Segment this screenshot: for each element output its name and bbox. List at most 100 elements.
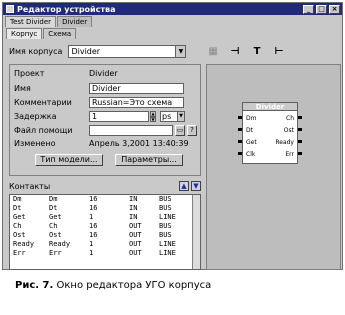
folder-open-icon[interactable]: ▭ [175,125,185,136]
table-cell: Dm [13,195,22,203]
project-value: Divider [89,69,118,78]
contacts-label: Контакты [9,181,51,191]
korpus-name-label: Имя корпуса [9,47,63,56]
table-cell: OUT [129,240,142,248]
caption-prefix: Рис. 7. [15,280,54,291]
comment-field[interactable]: Russian=Это схема [89,97,184,108]
symbol-pin-right: Ost [283,127,294,134]
app-icon [6,5,14,13]
table-cell: Ready [13,240,35,248]
table-cell: Err [13,249,26,257]
table-cell: 16 [89,222,98,230]
table-cell: 16 [89,195,98,203]
symbol-body[interactable]: Divider Dm Dt Get Clk Ch Ost Ready Err [238,102,302,164]
window-title: Редактор устройства [17,4,116,14]
table-row[interactable]: Dt Dt 16 IN BUS [10,204,200,213]
table-row[interactable]: Ch Ch 16 OUT BUS [10,222,200,231]
figure-caption: Рис. 7. Окно редактора УГО корпуса [15,280,211,291]
contacts-list[interactable]: Dm Dm 16 IN BUS Dt Dt 16 IN BUS Get Get 1 IN LINE Ch Ch 1… [9,194,201,270]
table-cell: Ch [49,222,58,230]
pin-marker[interactable] [238,152,242,155]
pin-marker[interactable] [298,128,302,131]
delay-label: Задержка [14,112,57,121]
korpus-name-select[interactable]: Divider ▼ [68,45,187,58]
table-row[interactable]: Ready Ready 1 OUT LINE [10,240,200,249]
help-file-field[interactable] [89,125,173,136]
delay-unit-value: ps [162,112,172,121]
grid-icon[interactable]: ▦ [205,45,221,58]
project-label: Проект [14,69,45,78]
table-cell: 16 [89,204,98,212]
table-cell: BUS [159,222,172,230]
symbol-preview-canvas[interactable]: Divider Dm Dt Get Clk Ch Ost Ready Err [206,64,341,270]
table-row[interactable]: Ost Ost 16 OUT BUS [10,231,200,240]
properties-panel: Проект Divider Имя Divider Комментарии R… [9,64,201,176]
table-row[interactable]: Dm Dm 16 IN BUS [10,195,200,204]
chevron-down-icon[interactable]: ▼ [177,112,184,121]
pin-marker[interactable] [238,140,242,143]
doc-tab-divider[interactable]: Divider [57,16,93,27]
symbol-pin-left: Dt [246,127,253,134]
pin-marker[interactable] [298,116,302,119]
tab-korpus[interactable]: Корпус [6,28,43,39]
title-bar[interactable]: Редактор устройства _ □ × [3,3,342,15]
comment-label: Комментарии [14,98,72,107]
table-cell: BUS [159,195,172,203]
delay-field[interactable]: 1 [89,111,149,122]
table-cell: 1 [89,240,94,248]
pin-marker[interactable] [298,152,302,155]
table-cell: 1 [89,213,94,221]
pin-marker[interactable] [238,116,242,119]
tab-schema[interactable]: Схема [43,28,77,39]
table-cell: Ch [13,222,22,230]
table-cell: OUT [129,222,142,230]
table-row[interactable]: Err Err 1 OUT LINE [10,249,200,258]
korpus-name-value: Divider [71,47,101,56]
table-cell: Dt [49,204,58,212]
table-cell: Dt [13,204,22,212]
table-cell: Ost [13,231,26,239]
table-cell: IN [129,195,138,203]
table-cell: Ost [49,231,62,239]
table-cell: Dm [49,195,58,203]
help-icon[interactable]: ? [187,125,197,136]
symbol-pin-left: Clk [246,151,256,158]
model-type-button[interactable]: Тип модели... [35,154,103,166]
text-tool-icon[interactable]: T [249,45,265,58]
arrow-down-icon[interactable]: ▼ [191,181,201,191]
symbol-pin-right: Ready [275,139,294,146]
table-row[interactable]: Get Get 1 IN LINE [10,213,200,222]
maximize-button[interactable]: □ [316,4,327,14]
arrow-up-icon[interactable]: ▲ [179,181,189,191]
help-file-label: Файл помощи [14,126,73,135]
table-cell: BUS [159,204,172,212]
table-cell: IN [129,213,138,221]
close-button[interactable]: × [329,4,340,14]
table-cell: 16 [89,231,98,239]
table-cell: Get [49,213,62,221]
table-cell: OUT [129,249,142,257]
table-cell: Ready [49,240,71,248]
pin-left-icon[interactable]: ⊣ [227,45,243,58]
changed-value: Апрель 3,2001 13:40:39 [89,139,189,148]
symbol-pin-right: Ch [286,115,294,122]
parameters-button[interactable]: Параметры... [115,154,183,166]
table-cell: LINE [159,240,176,248]
delay-unit-select[interactable]: ps ▼ [160,111,185,122]
contacts-scrollbar[interactable] [192,195,200,269]
pin-marker[interactable] [298,140,302,143]
pin-right-icon[interactable]: ⊢ [271,45,287,58]
symbol-pin-left: Dm [246,115,257,122]
table-cell: Err [49,249,62,257]
table-cell: BUS [159,231,172,239]
minimize-button[interactable]: _ [303,4,314,14]
delay-stepper[interactable]: ▲ ▼ [150,111,156,122]
symbol-name: Divider [243,103,297,111]
pin-marker[interactable] [238,128,242,131]
chevron-down-icon[interactable]: ▼ [175,46,186,57]
changed-label: Изменено [14,139,56,148]
doc-tab-test-divider[interactable]: Test Divider [5,16,57,27]
table-cell: IN [129,204,138,212]
table-cell: OUT [129,231,142,239]
name-field[interactable]: Divider [89,83,184,94]
